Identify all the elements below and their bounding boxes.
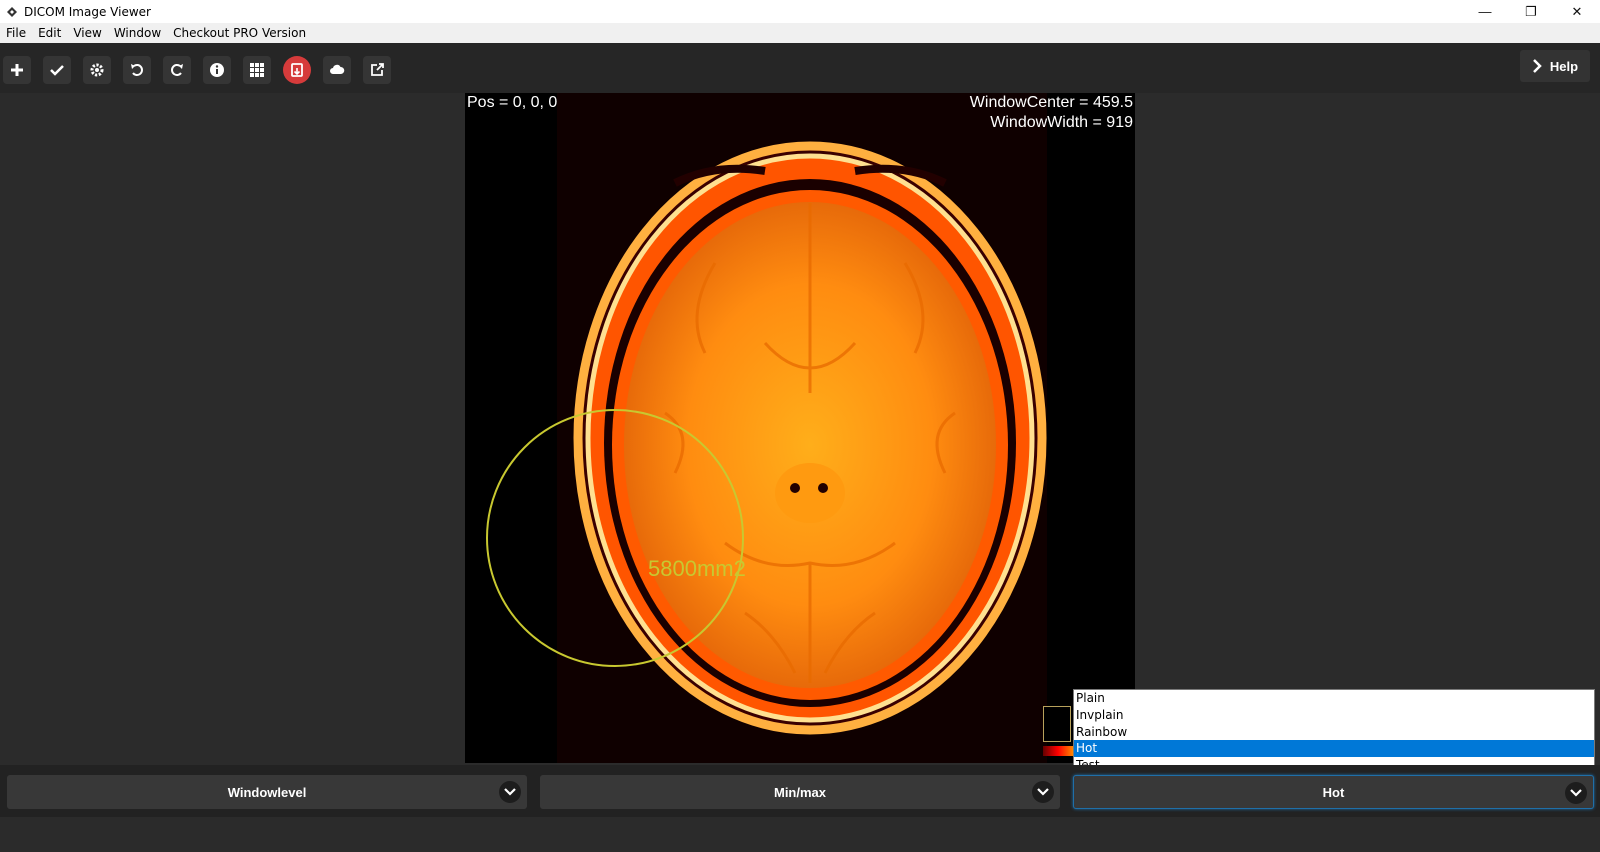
redo-button[interactable] bbox=[163, 56, 191, 84]
colormap-dropdown-list: Plain Invplain Rainbow Hot Test bbox=[1073, 689, 1595, 774]
info-icon bbox=[210, 63, 224, 77]
windowlevel-select[interactable]: Windowlevel bbox=[7, 775, 527, 809]
windowlevel-select-label: Windowlevel bbox=[227, 784, 307, 800]
check-icon bbox=[50, 65, 64, 76]
colormap-option-plain[interactable]: Plain bbox=[1074, 690, 1594, 707]
cloud-icon bbox=[330, 64, 345, 74]
add-button[interactable] bbox=[3, 56, 31, 84]
colormap-gradient bbox=[1043, 746, 1073, 756]
colormap-option-rainbow[interactable]: Rainbow bbox=[1074, 724, 1594, 741]
minmax-select[interactable]: Min/max bbox=[540, 775, 1060, 809]
undo-button[interactable] bbox=[123, 56, 151, 84]
toolbar: Help bbox=[0, 43, 1600, 93]
menu-file[interactable]: File bbox=[0, 26, 32, 40]
plus-icon bbox=[11, 64, 23, 76]
minimize-button[interactable]: — bbox=[1462, 0, 1508, 23]
menu-edit[interactable]: Edit bbox=[32, 26, 67, 40]
save-icon bbox=[291, 63, 303, 77]
position-readout: Pos = 0, 0, 0 bbox=[467, 94, 558, 111]
help-label: Help bbox=[1549, 58, 1579, 74]
share-button[interactable] bbox=[363, 56, 391, 84]
chevron-down-icon bbox=[1032, 781, 1054, 803]
gear-icon bbox=[90, 63, 104, 77]
bottom-controls: Windowlevel Min/max Hot bbox=[0, 765, 1600, 817]
redo-icon bbox=[171, 64, 183, 76]
brain-mri-image bbox=[465, 93, 1135, 763]
roi-area-label: 5800mm2 bbox=[648, 556, 746, 581]
menu-bar: File Edit View Window Checkout PRO Versi… bbox=[0, 23, 1600, 43]
menu-window[interactable]: Window bbox=[108, 26, 167, 40]
chevron-right-icon bbox=[1533, 59, 1542, 73]
minmax-select-label: Min/max bbox=[773, 784, 826, 800]
settings-button[interactable] bbox=[83, 56, 111, 84]
colormap-select-label: Hot bbox=[1322, 784, 1345, 800]
restore-button[interactable]: ❐ bbox=[1508, 0, 1554, 23]
image-viewport[interactable]: Pos = 0, 0, 0 WindowCenter = 459.5 Windo… bbox=[465, 93, 1135, 763]
save-button[interactable] bbox=[283, 56, 311, 84]
share-icon bbox=[371, 63, 384, 76]
window-center-readout: WindowCenter = 459.5 bbox=[969, 94, 1133, 111]
grid-icon bbox=[250, 63, 264, 77]
chevron-down-icon bbox=[1565, 782, 1587, 804]
colormap-option-hot[interactable]: Hot bbox=[1074, 740, 1594, 758]
menu-view[interactable]: View bbox=[67, 26, 107, 40]
colormap-select[interactable]: Hot bbox=[1073, 775, 1594, 809]
app-icon bbox=[4, 4, 20, 20]
menu-checkout-pro[interactable]: Checkout PRO Version bbox=[167, 26, 312, 40]
window-width-readout: WindowWidth = 919 bbox=[990, 114, 1133, 131]
cloud-button[interactable] bbox=[323, 56, 351, 84]
chevron-down-icon bbox=[499, 781, 521, 803]
status-bar bbox=[0, 817, 1600, 852]
confirm-button[interactable] bbox=[43, 56, 71, 84]
colormap-option-invplain[interactable]: Invplain bbox=[1074, 707, 1594, 724]
info-button[interactable] bbox=[203, 56, 231, 84]
window-title: DICOM Image Viewer bbox=[24, 4, 151, 19]
layout-grid-button[interactable] bbox=[243, 56, 271, 84]
undo-icon bbox=[131, 64, 143, 76]
title-bar: DICOM Image Viewer — ❐ ✕ bbox=[0, 0, 1600, 23]
close-button[interactable]: ✕ bbox=[1554, 0, 1600, 23]
help-button[interactable]: Help bbox=[1520, 50, 1590, 82]
colormap-preview-box bbox=[1043, 706, 1071, 742]
